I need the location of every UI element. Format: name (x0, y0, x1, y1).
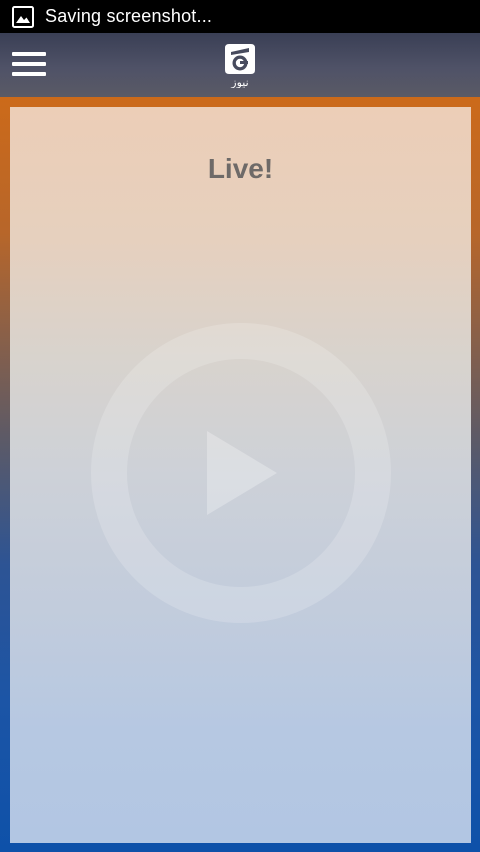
live-label: Live! (207, 153, 274, 184)
hamburger-menu-icon[interactable] (12, 50, 48, 80)
content-frame: Live! (0, 97, 480, 852)
play-icon (91, 323, 391, 623)
status-bar: Saving screenshot... (0, 0, 480, 33)
app-bar: نیوز (0, 33, 480, 97)
image-icon (12, 5, 34, 28)
geo-news-logo-icon[interactable]: نیوز (222, 42, 258, 88)
play-button[interactable] (89, 321, 393, 625)
live-stream-card: Live! (10, 107, 471, 843)
logo-text: نیوز (230, 76, 248, 88)
status-notification-text: Saving screenshot... (45, 6, 213, 26)
